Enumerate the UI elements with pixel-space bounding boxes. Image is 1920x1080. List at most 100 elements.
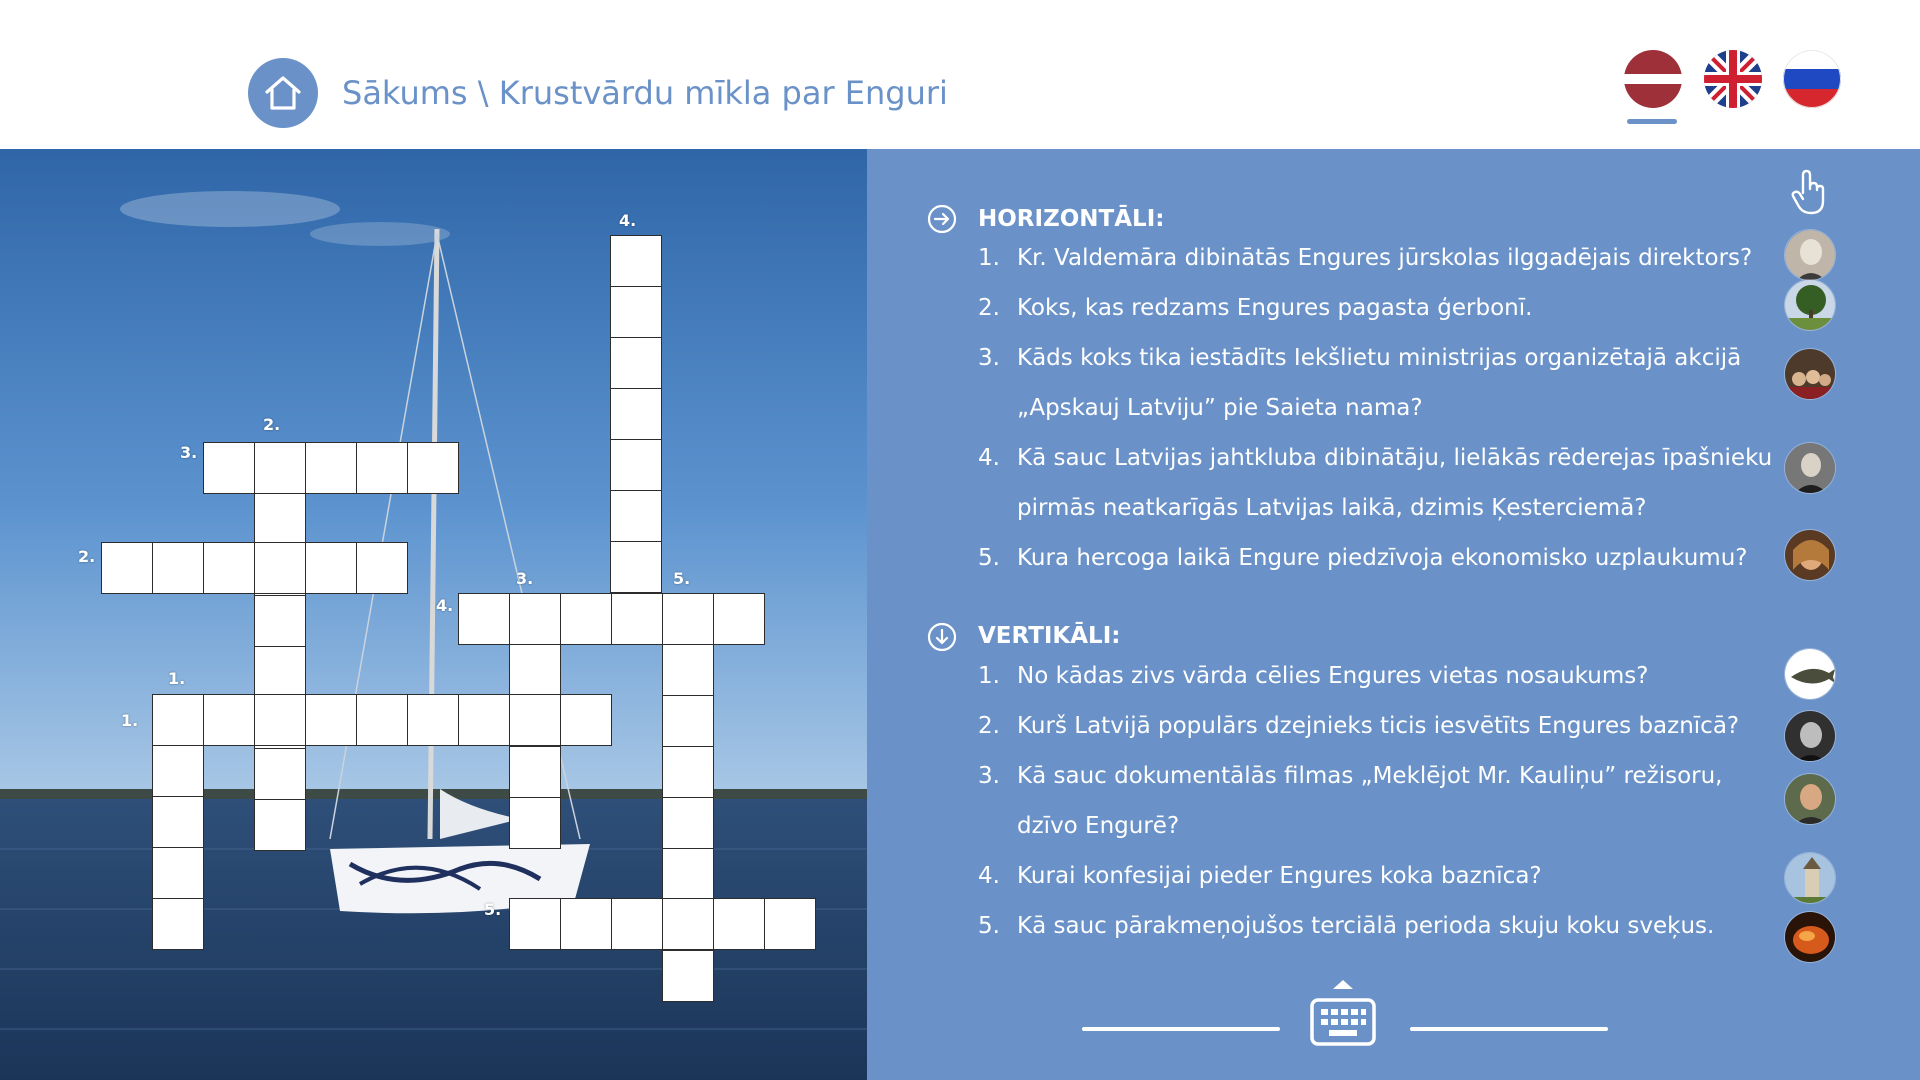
crossword-cell[interactable] bbox=[407, 442, 459, 494]
crossword-cell[interactable] bbox=[152, 898, 204, 950]
crossword-cell[interactable] bbox=[610, 490, 662, 542]
crossword-cell[interactable] bbox=[254, 799, 306, 851]
crossword-cell[interactable] bbox=[152, 796, 204, 848]
crossword-cell[interactable] bbox=[560, 593, 612, 645]
crossword-cell[interactable] bbox=[610, 235, 662, 287]
keyboard-divider-right bbox=[1410, 1027, 1608, 1031]
language-lv-button[interactable] bbox=[1624, 50, 1682, 108]
uk-flag-icon bbox=[1704, 50, 1762, 108]
clue-number: 2. bbox=[978, 295, 1000, 321]
crossword-cell[interactable] bbox=[152, 694, 204, 746]
crossword-cell[interactable] bbox=[662, 746, 714, 798]
crossword-number-vertical-1: 1. bbox=[168, 669, 186, 688]
portrait-man-thumbnail[interactable] bbox=[1784, 442, 1836, 494]
crossword-cell[interactable] bbox=[254, 694, 306, 746]
clue-text: Koks, kas redzams Engures pagasta ģerbon… bbox=[1017, 295, 1533, 321]
chevron-up-icon bbox=[1333, 980, 1353, 989]
crossword-cell[interactable] bbox=[407, 694, 459, 746]
tree-thumbnail[interactable] bbox=[1784, 279, 1836, 331]
crossword-cell[interactable] bbox=[458, 694, 510, 746]
crossword-cell[interactable] bbox=[662, 848, 714, 900]
clue-number: 5. bbox=[978, 913, 1000, 939]
crossword-cell[interactable] bbox=[305, 542, 357, 594]
home-button[interactable] bbox=[248, 58, 318, 128]
crossword-cell[interactable] bbox=[713, 898, 765, 950]
crossword-cell[interactable] bbox=[610, 337, 662, 389]
crossword-cell[interactable] bbox=[509, 644, 561, 696]
crossword-number-vertical-5: 5. bbox=[673, 569, 691, 588]
crossword-number-horizontal-1: 1. bbox=[121, 711, 139, 730]
crossword-cell[interactable] bbox=[611, 593, 663, 645]
latvia-flag-icon bbox=[1624, 50, 1682, 108]
clue-text: Kāds koks tika iestādīts Iekšlietu minis… bbox=[1017, 345, 1742, 371]
crossword-cell[interactable] bbox=[254, 542, 306, 594]
crossword-cell[interactable] bbox=[254, 748, 306, 800]
crossword-cell[interactable] bbox=[610, 388, 662, 440]
group-photo-thumbnail[interactable] bbox=[1784, 348, 1836, 400]
portrait-director-thumbnail[interactable] bbox=[1784, 773, 1836, 825]
crossword-cell[interactable] bbox=[458, 593, 510, 645]
crossword-cell[interactable] bbox=[305, 442, 357, 494]
clue-text: Kr. Valdemāra dibinātās Engures jūrskola… bbox=[1017, 245, 1753, 271]
crossword-cell[interactable] bbox=[662, 950, 714, 1002]
language-ru-button[interactable] bbox=[1783, 50, 1841, 108]
vertical-section-title: VERTIKĀLI: bbox=[978, 623, 1121, 649]
crossword-cell[interactable] bbox=[305, 694, 357, 746]
crossword-cell[interactable] bbox=[509, 746, 561, 798]
crossword-cell[interactable] bbox=[152, 847, 204, 899]
breadcrumb-current: Krustvārdu mīkla par Enguri bbox=[498, 74, 948, 112]
clue-text: „Apskauj Latviju” pie Saieta nama? bbox=[1017, 395, 1423, 421]
breadcrumb-home[interactable]: Sākums bbox=[342, 74, 468, 112]
crossword-cell[interactable] bbox=[254, 493, 306, 545]
keyboard-toggle-button[interactable] bbox=[1307, 977, 1379, 1051]
crossword-cell[interactable] bbox=[203, 442, 255, 494]
crossword-cell[interactable] bbox=[610, 541, 662, 593]
crossword-cell[interactable] bbox=[662, 593, 714, 645]
app: Sākums \ Krustvārdu mīkla par Enguri 4. … bbox=[0, 0, 1920, 1080]
crossword-cell[interactable] bbox=[610, 439, 662, 491]
breadcrumb: Sākums \ Krustvārdu mīkla par Enguri bbox=[342, 70, 948, 116]
crossword-cell[interactable] bbox=[356, 442, 408, 494]
breadcrumb-separator: \ bbox=[467, 74, 499, 112]
crossword-cell[interactable] bbox=[254, 442, 306, 494]
home-icon bbox=[265, 76, 301, 110]
crossword-cell[interactable] bbox=[101, 542, 153, 594]
language-en-button[interactable] bbox=[1704, 50, 1762, 108]
clue-text: Kā sauc Latvijas jahtkluba dibinātāju, l… bbox=[1017, 445, 1773, 471]
portrait-duke-thumbnail[interactable] bbox=[1784, 529, 1836, 581]
crossword-cell[interactable] bbox=[509, 593, 561, 645]
crossword-cell[interactable] bbox=[254, 595, 306, 647]
crossword-cell[interactable] bbox=[203, 542, 255, 594]
crossword-number-horizontal-4: 4. bbox=[436, 596, 454, 615]
crossword-cell[interactable] bbox=[662, 898, 714, 950]
amber-thumbnail[interactable] bbox=[1784, 911, 1836, 963]
crossword-cell[interactable] bbox=[662, 644, 714, 696]
clue-number: 1. bbox=[978, 245, 1000, 271]
clue-text: Kurš Latvijā populārs dzejnieks ticis ie… bbox=[1017, 713, 1740, 739]
crossword-cell[interactable] bbox=[254, 646, 306, 698]
crossword-number-horizontal-3: 3. bbox=[180, 443, 198, 462]
clue-number: 5. bbox=[978, 545, 1000, 571]
crossword-cell[interactable] bbox=[764, 898, 816, 950]
crossword-cell[interactable] bbox=[356, 694, 408, 746]
church-thumbnail[interactable] bbox=[1784, 852, 1836, 904]
crossword-cell[interactable] bbox=[203, 694, 255, 746]
crossword-cell[interactable] bbox=[509, 694, 561, 746]
crossword-cell[interactable] bbox=[509, 797, 561, 849]
clue-text: dzīvo Engurē? bbox=[1017, 813, 1180, 839]
crossword-cell[interactable] bbox=[509, 898, 561, 950]
portrait-elder-thumbnail[interactable] bbox=[1784, 229, 1836, 281]
portrait-poet-thumbnail[interactable] bbox=[1784, 710, 1836, 762]
clue-text: No kādas zivs vārda cēlies Engures vieta… bbox=[1017, 663, 1649, 689]
crossword-cell[interactable] bbox=[713, 593, 765, 645]
crossword-cell[interactable] bbox=[356, 542, 408, 594]
crossword-cell[interactable] bbox=[560, 898, 612, 950]
crossword-cell[interactable] bbox=[611, 898, 663, 950]
crossword-cell[interactable] bbox=[152, 542, 204, 594]
crossword-cell[interactable] bbox=[152, 745, 204, 797]
crossword-cell[interactable] bbox=[662, 797, 714, 849]
crossword-cell[interactable] bbox=[610, 286, 662, 338]
crossword-cell[interactable] bbox=[560, 694, 612, 746]
fish-thumbnail[interactable] bbox=[1784, 648, 1836, 700]
crossword-cell[interactable] bbox=[662, 695, 714, 747]
